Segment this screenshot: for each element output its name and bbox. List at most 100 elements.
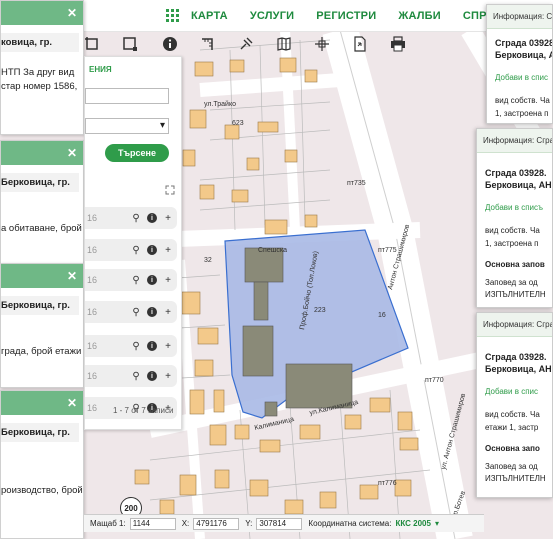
plus-icon[interactable]: + (163, 245, 173, 256)
search-input[interactable] (85, 88, 169, 104)
plus-icon[interactable]: + (163, 275, 173, 286)
info-icon[interactable]: i (147, 213, 157, 223)
card-title: Берковица, гр. (1, 423, 79, 442)
info-icon[interactable]: i (147, 245, 157, 255)
card-title: Берковица, гр. (1, 173, 79, 192)
svg-text:пт776: пт776 (378, 480, 397, 487)
nav-item-complaints[interactable]: ЖАЛБИ (398, 10, 441, 22)
search-icon[interactable]: ⚲ (131, 245, 141, 256)
plus-icon[interactable]: + (163, 307, 173, 318)
close-icon[interactable]: ✕ (67, 146, 77, 160)
apps-grid-icon[interactable] (166, 8, 179, 23)
popup-header: Информация: Сгра (477, 129, 552, 153)
search-icon[interactable]: ⚲ (131, 275, 141, 286)
popup-description: вид собств. Ча (485, 226, 540, 235)
search-icon[interactable]: ⚲ (131, 307, 141, 318)
x-coordinate: 4791176 (193, 517, 240, 530)
info-icon[interactable]: i (147, 341, 157, 351)
select-rect-icon[interactable] (84, 36, 100, 52)
search-panel: ЕНИЯ ▾ Търсене 16 ⚲ i + 16 ⚲ i + 16 ⚲ i + 16 ⚲ i + 1… (84, 56, 182, 430)
status-bar: Мащаб 1: 1144 X: 4791176 Y: 307814 Коорд… (84, 514, 484, 532)
popup-description-2: 1, застроена п (485, 239, 539, 248)
result-row[interactable]: 16 ⚲ i + (85, 335, 177, 357)
add-to-list-link[interactable]: Добави в списъ (485, 203, 552, 212)
coordinate-system-select[interactable]: ККС 2005 (395, 519, 430, 528)
card-header: ✕ (1, 141, 83, 165)
pin-tool-icon[interactable] (238, 36, 254, 52)
crosshair-icon[interactable] (314, 36, 330, 52)
info-icon[interactable] (162, 36, 178, 52)
popup-order: Заповед за од (485, 278, 538, 287)
map-book-icon[interactable] (276, 36, 292, 52)
close-icon[interactable]: ✕ (67, 269, 77, 283)
nav-item-map[interactable]: КАРТА (191, 10, 228, 22)
scale-label: Мащаб 1: (90, 519, 126, 528)
svg-text:32: 32 (204, 257, 212, 264)
measure-icon[interactable] (200, 36, 216, 52)
results-count: 1 - 7 от 7 записи (113, 406, 174, 415)
plus-icon[interactable]: + (163, 371, 173, 382)
info-icon[interactable]: i (147, 371, 157, 381)
scale-field[interactable]: 1144 (129, 517, 176, 530)
street-label-speshska: Спешска (258, 247, 287, 254)
popup-header: Информация: Сгра (487, 5, 552, 29)
nav-item-services[interactable]: УСЛУГИ (250, 10, 294, 22)
popup-order-2: ИЗПЪЛНИТЕЛН (485, 290, 546, 299)
popup-description: вид собств. Ча (485, 410, 540, 419)
svg-text:пт775: пт775 (378, 247, 397, 254)
search-select[interactable]: ▾ (85, 118, 169, 134)
card-header: ✕ (1, 1, 83, 25)
card-description: роизводство, брой (1, 485, 83, 496)
card-title: Берковица, гр. (1, 296, 79, 315)
popup-title-2: Берковица, АН (485, 180, 552, 190)
result-row[interactable]: 16 ⚲ i + (85, 239, 177, 261)
svg-text:16: 16 (378, 312, 386, 319)
popup-order-2: ИЗПЪЛНИТЕЛН (485, 474, 546, 483)
feature-card-1: ✕ ковица, гр. НТП За друг вид стар номер… (0, 0, 84, 135)
card-header: ✕ (1, 391, 83, 415)
plus-icon[interactable]: + (163, 213, 173, 224)
coordinate-system-label: Координатна система: (308, 519, 392, 528)
print-icon[interactable] (390, 36, 406, 52)
y-label: Y: (245, 519, 253, 528)
popup-section-title: Основна запов (485, 260, 545, 269)
close-icon[interactable]: ✕ (67, 6, 77, 20)
card-description: а обитаване, брой (1, 223, 82, 234)
result-row[interactable]: 16 ⚲ i + (85, 269, 177, 291)
search-icon[interactable]: ⚲ (131, 341, 141, 352)
select-rect-2-icon[interactable] (122, 36, 138, 52)
popup-title-2: Берковица, А (495, 50, 553, 60)
result-row[interactable]: 16 ⚲ i + (85, 365, 177, 387)
add-to-list-link[interactable]: Добави в спис (485, 387, 552, 396)
add-to-list-link[interactable]: Добави в спис (495, 73, 552, 82)
card-header: ✕ (1, 264, 83, 288)
search-button[interactable]: Търсене (105, 144, 169, 162)
popup-title: Сграда 03928. (485, 352, 547, 362)
info-icon[interactable]: i (147, 307, 157, 317)
card-description-2: стар номер 1586, (1, 81, 78, 92)
search-icon[interactable]: ⚲ (131, 213, 141, 224)
result-row[interactable]: 16 ⚲ i + (85, 207, 177, 229)
close-icon[interactable]: ✕ (67, 396, 77, 410)
info-icon[interactable]: i (147, 275, 157, 285)
svg-text:пт735: пт735 (347, 180, 366, 187)
expand-icon[interactable] (165, 185, 175, 195)
nav-item-registers[interactable]: РЕГИСТРИ (316, 10, 376, 22)
document-icon[interactable] (352, 36, 368, 52)
svg-text:223: 223 (314, 307, 326, 314)
result-row[interactable]: 16 ⚲ i + (85, 301, 177, 323)
chevron-down-icon[interactable]: ▾ (435, 519, 439, 528)
map-toolbar (80, 32, 420, 56)
popup-section-title: Основна запо (485, 444, 540, 453)
info-popup-3: Информация: Сгра Сграда 03928. Берковица… (476, 312, 553, 498)
y-coordinate: 307814 (256, 517, 303, 530)
popup-description: вид собств. Ча (495, 96, 550, 105)
popup-title: Сграда 03928 (495, 38, 553, 48)
popup-description-2: етажи 1, застр (485, 423, 539, 432)
search-tab[interactable]: ЕНИЯ (85, 57, 181, 82)
main-navigation: КАРТА УСЛУГИ РЕГИСТРИ ЖАЛБИ СПРАВКИ (80, 0, 517, 32)
search-icon[interactable]: ⚲ (131, 371, 141, 382)
svg-text:623: 623 (232, 120, 244, 127)
plus-icon[interactable]: + (163, 341, 173, 352)
svg-text:пт770: пт770 (425, 377, 444, 384)
